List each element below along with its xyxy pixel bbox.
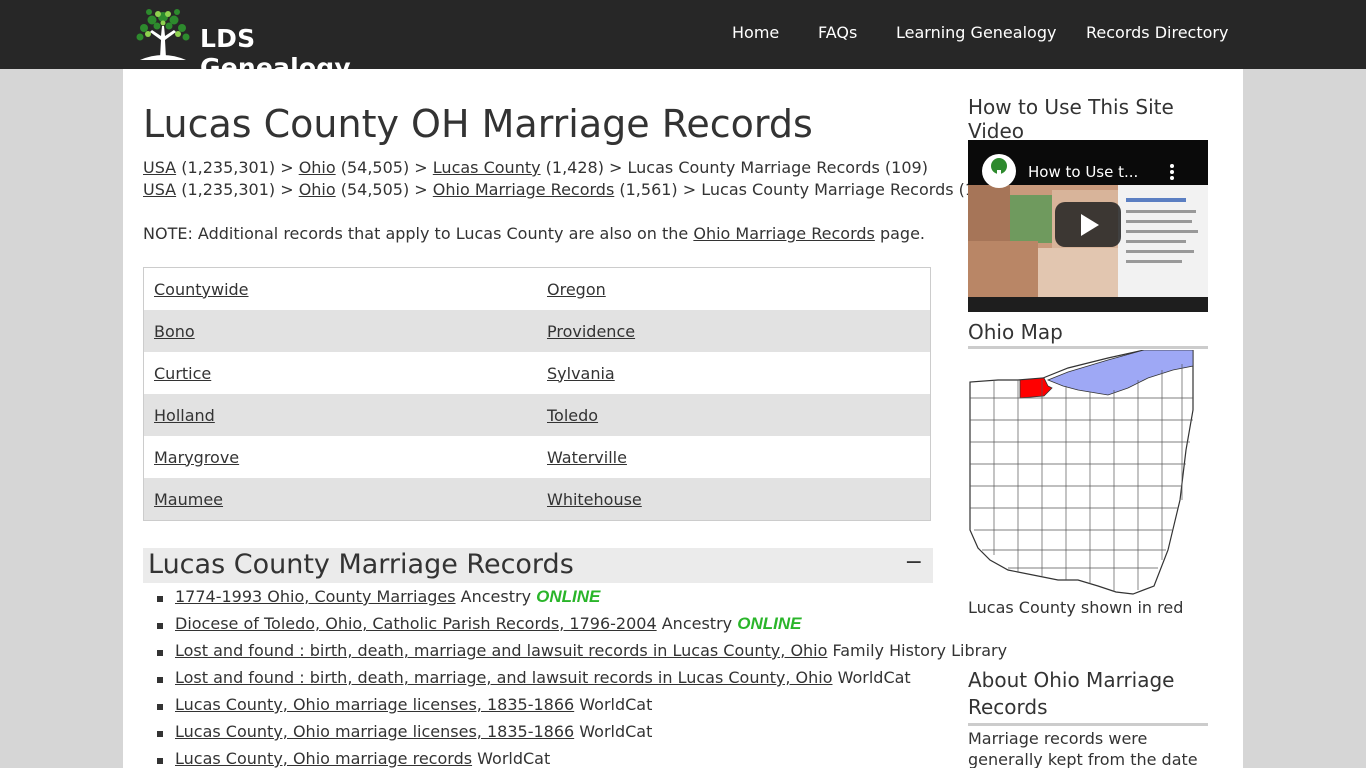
breadcrumb-text: (1,235,301) > <box>176 180 299 199</box>
note-text: NOTE: Additional records that apply to L… <box>143 224 925 243</box>
nav-faqs-link[interactable]: FAQs <box>818 23 857 42</box>
breadcrumb-text: (1,428) > Lucas County Marriage Records … <box>540 158 928 177</box>
table-cell: Curtice <box>144 352 538 394</box>
video-embed[interactable]: How to Use t... <box>968 140 1208 312</box>
record-link[interactable]: Lucas County, Ohio marriage licenses, 18… <box>175 722 574 741</box>
breadcrumb-text: (54,505) > <box>335 180 433 199</box>
table-cell: Whitehouse <box>537 478 931 521</box>
breadcrumb: USA (1,235,301) > Ohio (54,505) > Lucas … <box>143 158 928 177</box>
table-cell: Providence <box>537 310 931 352</box>
breadcrumb-text: (1,561) > Lucas County Marriage Records … <box>614 180 1002 199</box>
nav-learning-genealogy-link[interactable]: Learning Genealogy <box>896 23 1056 42</box>
top-navigation-bar: LDS Genealogy Home FAQs Learning Genealo… <box>0 0 1366 82</box>
breadcrumb-text: (1,235,301) > <box>176 158 299 177</box>
location-link[interactable]: Whitehouse <box>547 490 642 509</box>
table-row: Bono Providence <box>143 310 931 352</box>
record-link[interactable]: Diocese of Toledo, Ohio, Catholic Parish… <box>175 614 657 633</box>
location-link[interactable]: Marygrove <box>154 448 239 467</box>
list-item: Lost and found : birth, death, marriage … <box>155 641 1007 668</box>
record-source: WorldCat <box>837 668 911 687</box>
breadcrumb-link-lucas-county[interactable]: Lucas County <box>433 158 541 177</box>
location-link[interactable]: Countywide <box>154 280 249 299</box>
table-cell: Bono <box>143 310 537 352</box>
list-item: Lucas County, Ohio marriage licenses, 18… <box>155 722 1007 749</box>
record-source: WorldCat <box>579 695 653 714</box>
video-title: How to Use t... <box>1028 163 1138 181</box>
record-link[interactable]: Lucas County, Ohio marriage records <box>175 749 472 768</box>
record-link[interactable]: Lost and found : birth, death, marriage,… <box>175 668 833 687</box>
note-prefix: NOTE: Additional records that apply to L… <box>143 224 694 243</box>
records-list: 1774-1993 Ohio, County Marriages Ancestr… <box>155 587 1007 768</box>
record-link[interactable]: Lucas County, Ohio marriage licenses, 18… <box>175 695 574 714</box>
location-link[interactable]: Sylvania <box>547 364 615 383</box>
ohio-county-map-icon <box>969 349 1194 595</box>
records-section-header[interactable]: Lucas County Marriage Records − <box>143 548 933 583</box>
breadcrumb: USA (1,235,301) > Ohio (54,505) > Ohio M… <box>143 180 1002 199</box>
about-heading: About Ohio Marriage Records <box>968 667 1208 726</box>
list-item: Lucas County, Ohio marriage licenses, 18… <box>155 695 1007 722</box>
table-cell: Holland <box>143 394 537 436</box>
table-cell: Waterville <box>537 436 931 478</box>
locations-table: Countywide Oregon Bono Providence Curtic… <box>143 267 931 521</box>
table-row: Curtice Sylvania <box>144 352 931 394</box>
list-item: Diocese of Toledo, Ohio, Catholic Parish… <box>155 614 1007 641</box>
table-cell: Countywide <box>144 268 538 311</box>
note-ohio-marriage-records-link[interactable]: Ohio Marriage Records <box>693 224 875 243</box>
breadcrumb-link-usa[interactable]: USA <box>143 158 176 177</box>
location-link[interactable]: Providence <box>547 322 635 341</box>
location-link[interactable]: Bono <box>154 322 195 341</box>
breadcrumb-link-ohio[interactable]: Ohio <box>299 180 336 199</box>
record-link[interactable]: Lost and found : birth, death, marriage … <box>175 641 827 660</box>
list-item: Lucas County, Ohio marriage records Worl… <box>155 749 1007 768</box>
record-source: WorldCat <box>579 722 653 741</box>
table-cell: Maumee <box>143 478 537 521</box>
breadcrumb-link-ohio-marriage-records[interactable]: Ohio Marriage Records <box>433 180 615 199</box>
record-source: Ancestry <box>661 614 733 633</box>
content-card: Lucas County OH Marriage Records USA (1,… <box>123 69 1243 768</box>
location-link[interactable]: Curtice <box>154 364 211 383</box>
record-source: Ancestry <box>460 587 532 606</box>
table-cell: Toledo <box>537 394 931 436</box>
ohio-map <box>968 349 1208 600</box>
record-link[interactable]: 1774-1993 Ohio, County Marriages <box>175 587 456 606</box>
breadcrumb-link-ohio[interactable]: Ohio <box>299 158 336 177</box>
map-heading: Ohio Map <box>968 320 1208 349</box>
online-badge: ONLINE <box>536 587 601 606</box>
page-title: Lucas County OH Marriage Records <box>143 102 813 146</box>
note-suffix: page. <box>874 224 925 243</box>
location-link[interactable]: Toledo <box>547 406 598 425</box>
table-row: Maumee Whitehouse <box>143 478 931 521</box>
breadcrumb-link-usa[interactable]: USA <box>143 180 176 199</box>
table-cell: Oregon <box>537 268 931 311</box>
nav-records-directory-link[interactable]: Records Directory <box>1086 23 1228 42</box>
location-link[interactable]: Holland <box>154 406 215 425</box>
collapse-toggle-icon[interactable]: − <box>905 550 923 575</box>
location-link[interactable]: Waterville <box>547 448 627 467</box>
location-link[interactable]: Oregon <box>547 280 606 299</box>
list-item: 1774-1993 Ohio, County Marriages Ancestr… <box>155 587 1007 614</box>
table-cell: Sylvania <box>537 352 931 394</box>
about-text: Marriage records were generally kept fro… <box>968 729 1198 768</box>
nav-home-link[interactable]: Home <box>732 23 779 42</box>
record-source: Family History Library <box>832 641 1008 660</box>
map-caption: Lucas County shown in red <box>968 598 1184 617</box>
table-row: Holland Toledo <box>143 394 931 436</box>
table-row: Countywide Oregon <box>144 268 931 311</box>
location-link[interactable]: Maumee <box>154 490 223 509</box>
records-section-title: Lucas County Marriage Records <box>148 549 574 580</box>
table-row: Marygrove Waterville <box>144 436 931 478</box>
record-source: WorldCat <box>477 749 551 768</box>
list-item: Lost and found : birth, death, marriage,… <box>155 668 1007 695</box>
table-cell: Marygrove <box>144 436 538 478</box>
main-nav: Home FAQs Learning Genealogy Records Dir… <box>0 23 1366 47</box>
breadcrumb-text: (54,505) > <box>335 158 433 177</box>
online-badge: ONLINE <box>737 614 802 633</box>
video-thumbnail: How to Use t... <box>968 140 1208 312</box>
